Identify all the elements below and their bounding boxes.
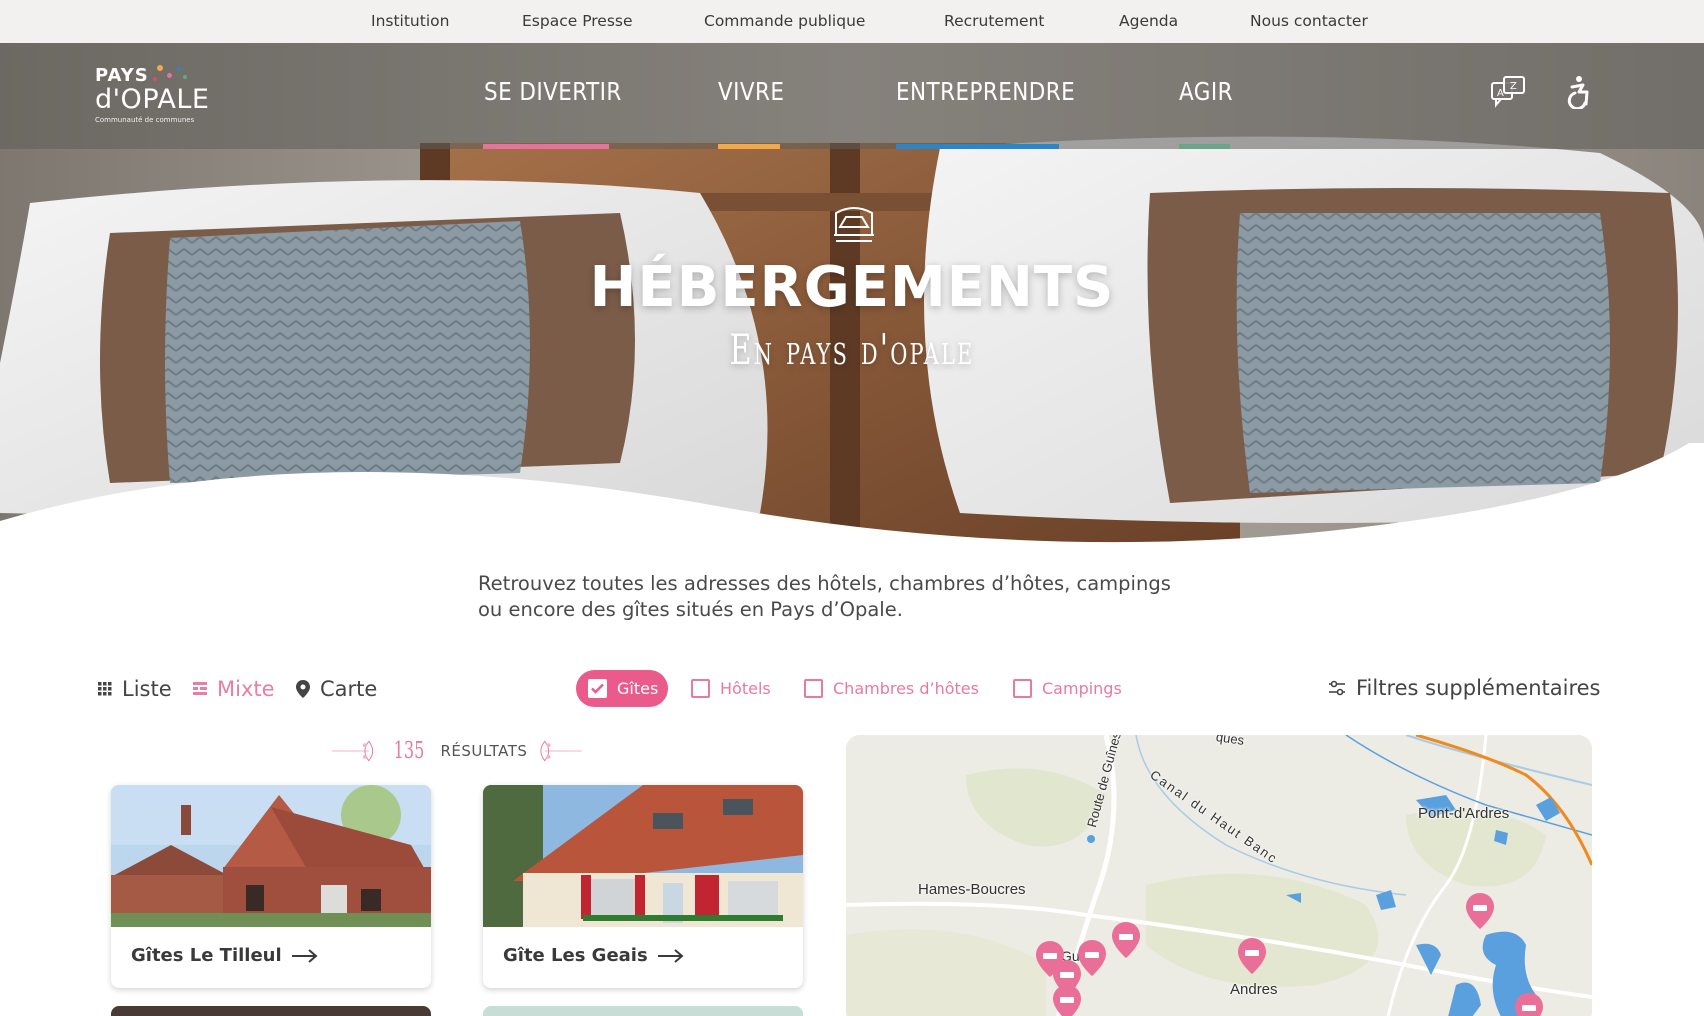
utility-link-public-procurement[interactable]: Commande publique xyxy=(704,12,865,30)
map-label-hames-boucres: Hames-Boucres xyxy=(918,881,1026,898)
check-icon xyxy=(591,683,604,694)
nav-entreprendre[interactable]: ENTREPRENDRE xyxy=(896,77,1075,106)
map-pin-lodging-icon[interactable] xyxy=(1078,940,1106,976)
result-card[interactable]: Gîtes Le Tilleul xyxy=(111,785,431,988)
result-card-peek[interactable] xyxy=(483,1006,803,1016)
map-label-pont-dardres: Pont-d'Ardres xyxy=(1418,805,1510,822)
intro-line-2: ou encore des gîtes situés en Pays d’Opa… xyxy=(478,598,903,621)
filter-campings-label: Campings xyxy=(1042,679,1122,698)
checkbox xyxy=(691,679,710,698)
utility-link-press[interactable]: Espace Presse xyxy=(522,12,633,30)
filter-gites[interactable]: Gîtes xyxy=(576,670,669,707)
nav-underline-agir xyxy=(1179,144,1230,149)
map-pin-lodging-icon[interactable] xyxy=(1238,938,1266,974)
result-card[interactable]: Gîte Les Geais xyxy=(483,785,803,988)
mixed-view-icon xyxy=(193,682,207,695)
utility-link-agenda[interactable]: Agenda xyxy=(1119,12,1178,30)
card-photo xyxy=(483,785,803,927)
nav-vivre[interactable]: VIVRE xyxy=(718,77,784,106)
sliders-icon xyxy=(1329,680,1345,696)
hero-wave-divider xyxy=(0,443,1704,543)
card-photo xyxy=(111,785,431,927)
logo[interactable]: PAYS d'OPALE Communauté de communes xyxy=(95,65,210,125)
map-pin-lodging-icon[interactable] xyxy=(1053,985,1081,1016)
utility-link-institution[interactable]: Institution xyxy=(371,12,449,30)
card-title: Gîte Les Geais xyxy=(503,945,684,966)
filter-gites-label: Gîtes xyxy=(617,679,659,698)
view-map-label: Carte xyxy=(320,677,378,701)
map-tiles xyxy=(846,735,1592,1016)
utility-link-contact[interactable]: Nous contacter xyxy=(1250,12,1368,30)
bed-icon xyxy=(834,207,874,242)
logo-line3: Communauté de communes xyxy=(95,116,195,124)
svg-text:A: A xyxy=(1497,88,1504,99)
hero: PAYS d'OPALE Communauté de communes SE D… xyxy=(0,43,1704,543)
results-label: RÉSULTATS xyxy=(440,742,528,760)
results-map[interactable]: Hames-Boucres Pont-d'Ardres Andres Route… xyxy=(846,735,1592,1016)
utility-nav: Institution Espace Presse Commande publi… xyxy=(0,0,1704,43)
view-map-button[interactable]: Carte xyxy=(296,676,377,702)
filter-chambres-hotes-label: Chambres d’hôtes xyxy=(833,679,979,698)
intro-line-1: Retrouvez toutes les adresses des hôtels… xyxy=(478,572,1171,595)
more-filters-button[interactable]: Filtres supplémentaires xyxy=(1328,676,1600,700)
map-pin-icon xyxy=(296,680,310,698)
results-header: 135 RÉSULTATS xyxy=(332,734,582,768)
translate-icon[interactable]: A Z xyxy=(1490,75,1526,109)
filter-hotels[interactable]: Hôtels xyxy=(691,670,771,707)
nav-se-divertir[interactable]: SE DIVERTIR xyxy=(484,77,622,106)
filter-hotels-label: Hôtels xyxy=(720,679,771,698)
floral-ornament-right-icon xyxy=(540,740,582,762)
card-title: Gîtes Le Tilleul xyxy=(131,945,318,966)
nav-agir[interactable]: AGIR xyxy=(1179,77,1233,106)
logo-line1: PAYS xyxy=(95,65,149,86)
more-filters-label: Filtres supplémentaires xyxy=(1356,676,1601,700)
map-label-andres: Andres xyxy=(1230,981,1278,998)
floral-ornament-left-icon xyxy=(332,740,374,762)
grid-icon xyxy=(98,682,112,696)
utility-link-recruitment[interactable]: Recrutement xyxy=(944,12,1044,30)
view-list-button[interactable]: Liste xyxy=(98,676,172,702)
page: Institution Espace Presse Commande publi… xyxy=(0,0,1704,1016)
page-subtitle: En pays d'opale xyxy=(729,325,975,374)
checkbox xyxy=(804,679,823,698)
results-count: 135 xyxy=(393,738,424,764)
card-title-text: Gîte Les Geais xyxy=(503,945,648,966)
logo-line2: d'OPALE xyxy=(95,84,210,115)
checkbox xyxy=(1013,679,1032,698)
intro-text: Retrouvez toutes les adresses des hôtels… xyxy=(478,571,1258,623)
page-title: HÉBERGEMENTS xyxy=(589,255,1115,320)
accessibility-icon[interactable] xyxy=(1563,75,1599,109)
card-title-text: Gîtes Le Tilleul xyxy=(131,945,282,966)
map-pin-lodging-icon[interactable] xyxy=(1112,922,1140,958)
filter-chambres-hotes[interactable]: Chambres d’hôtes xyxy=(804,670,979,707)
map-pin-lodging-icon[interactable] xyxy=(1466,893,1494,929)
nav-underline-entreprendre xyxy=(896,144,1059,149)
svg-text:Z: Z xyxy=(1510,81,1517,92)
nav-underline-se-divertir xyxy=(483,144,609,149)
arrow-right-icon xyxy=(291,948,318,963)
map-pin-lodging-icon[interactable] xyxy=(1515,993,1543,1016)
view-list-label: Liste xyxy=(122,677,172,701)
filter-campings[interactable]: Campings xyxy=(1013,670,1122,707)
view-mixed-button[interactable]: Mixte xyxy=(193,676,275,702)
main-nav: PAYS d'OPALE Communauté de communes SE D… xyxy=(0,43,1704,149)
arrow-right-icon xyxy=(657,948,684,963)
view-mixed-label: Mixte xyxy=(217,677,275,701)
checkbox-checked xyxy=(588,679,607,698)
nav-underline-vivre xyxy=(718,144,780,149)
result-card-peek[interactable] xyxy=(111,1006,431,1016)
